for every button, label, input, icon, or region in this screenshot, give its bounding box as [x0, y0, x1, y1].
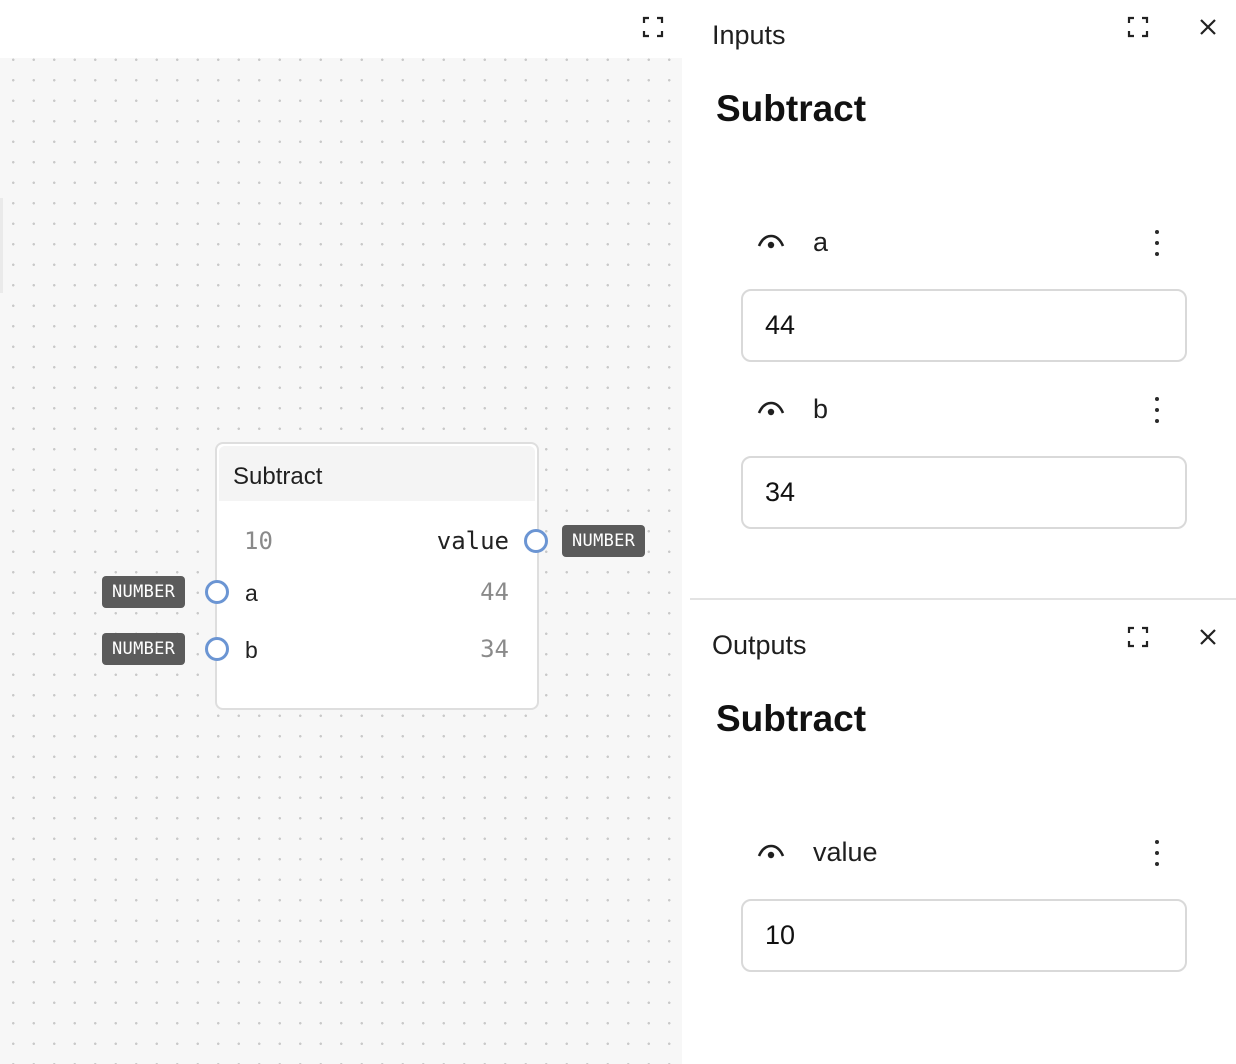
subtract-node[interactable]: Subtract 10 value a 44 b 34 [215, 442, 539, 710]
output-type-badge: NUMBER [562, 525, 646, 557]
close-icon [1200, 19, 1216, 35]
input-field-name-b: b [813, 394, 829, 424]
input-value-b[interactable]: 34 [741, 456, 1187, 529]
inputs-close-button[interactable] [1195, 14, 1221, 40]
canvas-expand-button[interactable] [640, 14, 666, 40]
node-header[interactable]: Subtract [219, 446, 535, 501]
canvas-toolbar [0, 0, 682, 58]
input-port-a[interactable] [205, 580, 229, 604]
inputs-panel: Inputs Subtract a 44 b 34 [690, 0, 1236, 598]
input-b-type-badge: NUMBER [102, 633, 186, 665]
outputs-panel-heading: Subtract [716, 698, 867, 739]
node-input-name-b: b [245, 637, 258, 663]
node-output-value: 10 [244, 527, 273, 555]
outputs-panel-label: Outputs [712, 630, 807, 660]
more-vertical-icon[interactable] [1145, 223, 1169, 263]
output-field-row-value: value [690, 833, 1236, 873]
inputs-panel-label: Inputs [712, 20, 786, 50]
node-title: Subtract [233, 463, 323, 490]
canvas-edge-shadow [0, 198, 3, 293]
eye-icon[interactable] [756, 841, 786, 868]
node-input-value-b: 34 [480, 635, 509, 663]
expand-icon [1127, 626, 1149, 648]
inputs-panel-heading: Subtract [716, 88, 867, 129]
input-field-row-b: b [690, 390, 1236, 430]
input-field-name-a: a [813, 227, 829, 257]
outputs-expand-button[interactable] [1125, 624, 1151, 650]
inputs-expand-button[interactable] [1125, 14, 1151, 40]
input-field-row-a: a [690, 223, 1236, 263]
outputs-panel: Outputs Subtract value 10 [690, 600, 1236, 1064]
eye-icon[interactable] [756, 398, 786, 425]
output-port-value[interactable] [524, 529, 548, 553]
more-vertical-icon[interactable] [1145, 390, 1169, 430]
node-input-value-a: 44 [480, 578, 509, 606]
expand-icon [642, 16, 664, 38]
input-value-a[interactable]: 44 [741, 289, 1187, 362]
eye-icon[interactable] [756, 231, 786, 258]
more-vertical-icon[interactable] [1145, 833, 1169, 873]
node-input-name-a: a [245, 580, 258, 606]
input-a-type-badge: NUMBER [102, 576, 186, 608]
input-port-b[interactable] [205, 637, 229, 661]
output-field-name-value: value [813, 837, 878, 867]
close-icon [1200, 629, 1216, 645]
outputs-close-button[interactable] [1195, 624, 1221, 650]
expand-icon [1127, 16, 1149, 38]
output-value-value[interactable]: 10 [741, 899, 1187, 972]
node-output-name: value [436, 527, 509, 555]
